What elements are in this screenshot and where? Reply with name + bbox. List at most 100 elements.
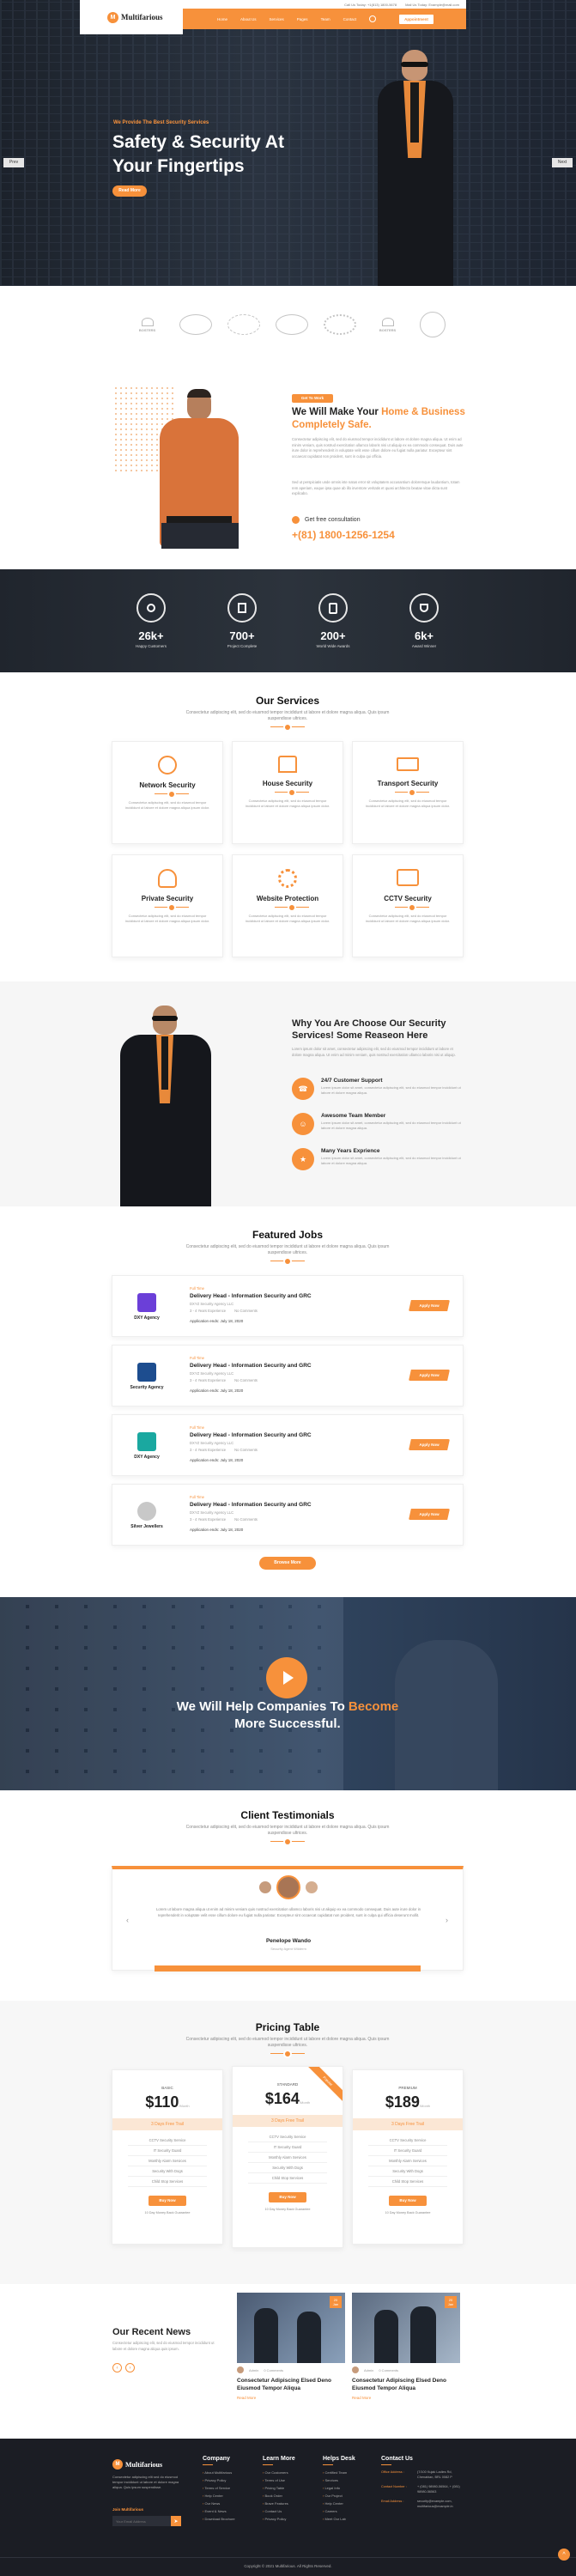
footer-link[interactable]: › Contact Us <box>263 2509 318 2513</box>
about-guard-image <box>144 387 256 559</box>
footer-link[interactable]: › Careers <box>323 2509 378 2513</box>
pricing-title: Pricing Table <box>255 2021 320 2033</box>
appointment-button[interactable]: Appointment <box>399 14 434 24</box>
apply-now-button[interactable]: Apply Now <box>409 1509 450 1520</box>
service-card[interactable]: CCTV Security Consectetur adipiscing eli… <box>352 854 464 957</box>
news-card[interactable]: 20 Jan Admin 0 Comments Consectetur Adip… <box>237 2293 345 2427</box>
footer-link[interactable]: › Privacy Policy <box>203 2478 258 2482</box>
hero-prev-button[interactable]: Prev <box>3 158 24 167</box>
buy-now-button[interactable]: Buy Now <box>269 2192 306 2202</box>
consultation-row[interactable]: Get free consultation <box>292 516 361 524</box>
hero-read-more-button[interactable]: Read More <box>112 185 147 197</box>
news-read-more[interactable]: Read More <box>352 2396 460 2400</box>
play-button[interactable] <box>266 1657 307 1698</box>
avatar-active[interactable] <box>276 1875 300 1899</box>
job-title[interactable]: Delivery Head - Information Security and… <box>190 1363 312 1369</box>
job-row[interactable]: Silver Jewellers Full Time Delivery Head -… <box>112 1484 464 1546</box>
apply-now-button[interactable]: Apply Now <box>409 1439 450 1450</box>
chevron-left-icon[interactable]: ‹ <box>126 1916 129 1924</box>
footer-link[interactable]: › Event & News <box>203 2509 258 2513</box>
news-card[interactable]: 20 Jan Admin 0 Comments Consectetur Adip… <box>352 2293 460 2427</box>
service-card[interactable]: Network Security Consectetur adipiscing … <box>112 741 223 844</box>
search-icon[interactable] <box>369 15 377 22</box>
news-read-more[interactable]: Read More <box>237 2396 345 2400</box>
why-item: ☎ 24/7 Customer Support Lorem ipsum dolor… <box>292 1078 464 1100</box>
services-title: Our Services <box>255 695 320 707</box>
footer-link[interactable]: › Privacy Policy <box>263 2517 318 2521</box>
footer-divider <box>0 2557 576 2558</box>
feature-item: Monthly Alarm Services <box>368 2156 447 2166</box>
job-row[interactable]: Security Agency Full Time Delivery Head - … <box>112 1345 464 1406</box>
footer-link[interactable]: › Terms of Use <box>263 2478 318 2482</box>
video-section: We Will Help Companies To Become More Su… <box>0 1597 576 1790</box>
footer-link[interactable]: › Help Center <box>203 2494 258 2498</box>
footer-link[interactable]: › Help Center <box>323 2501 378 2506</box>
footer-link[interactable]: › Services <box>323 2478 378 2482</box>
copyright: Copyright © 2021 Multifarious. All Right… <box>244 2564 332 2568</box>
browse-more-button[interactable]: Browse More <box>259 1557 316 1570</box>
nav-pages[interactable]: Pages <box>297 17 308 21</box>
header-logo-block[interactable]: M Multifarious <box>80 0 183 34</box>
footer-link[interactable]: › Certified Team <box>323 2470 378 2475</box>
footer-logo[interactable]: M Multifarious <box>112 2459 162 2470</box>
why-title: Why You Are Choose Our Security Services… <box>292 1018 446 1041</box>
buy-now-button[interactable]: Buy Now <box>149 2196 186 2206</box>
news-post-title[interactable]: Consectetur Adipiscing Elsed Deno Eiusmo… <box>237 2377 345 2392</box>
job-title[interactable]: Delivery Head - Information Security and… <box>190 1502 312 1508</box>
footer-link[interactable]: › Book Order <box>263 2494 318 2498</box>
guard-icon <box>158 869 177 888</box>
testimonial-name: Penelope Wando <box>265 1938 312 1944</box>
news-next-button[interactable]: › <box>125 2363 135 2372</box>
about-phone[interactable]: +(81) 1800-1256-1254 <box>292 529 395 541</box>
testimonials-title: Client Testimonials <box>240 1809 335 1821</box>
job-row[interactable]: DXY Agency Full Time Delivery Head - Infor… <box>112 1414 464 1476</box>
service-card[interactable]: House Security Consectetur adipiscing el… <box>232 741 343 844</box>
nav-services[interactable]: Services <box>270 17 284 21</box>
footer-link[interactable]: › Legal Info <box>323 2486 378 2490</box>
nav-team[interactable]: Team <box>321 17 330 21</box>
buy-now-button[interactable]: Buy Now <box>389 2196 427 2206</box>
stat-value: 26k+ <box>138 629 164 642</box>
news-prev-button[interactable]: ‹ <box>112 2363 122 2372</box>
newsletter-email-input[interactable] <box>112 2516 171 2526</box>
service-card[interactable]: Transport Security Consectetur adipiscin… <box>352 741 464 844</box>
footer-link[interactable]: › Terms of Service <box>203 2486 258 2490</box>
nav-home[interactable]: Home <box>217 17 227 21</box>
pricing-subtitle: Consectetur adipiscing elit, sed do eius… <box>185 2037 390 2048</box>
brand-logo <box>227 314 260 335</box>
hero-next-button[interactable]: Next <box>552 158 573 167</box>
footer-link[interactable]: › Our News <box>203 2501 258 2506</box>
apply-now-button[interactable]: Apply Now <box>409 1300 450 1311</box>
footer-link[interactable]: › Download Brochure <box>203 2517 258 2521</box>
chevron-right-icon[interactable]: › <box>446 1916 448 1924</box>
footer-link[interactable]: › Our Project <box>323 2494 378 2498</box>
comments-text: No Comments <box>234 1448 258 1452</box>
service-card[interactable]: Private Security Consectetur adipiscing … <box>112 854 223 957</box>
truck-icon <box>397 757 419 771</box>
pricing-card: BASIC $110/Month 3 Days Free Trail CCTV Sec… <box>112 2069 223 2245</box>
footer-link[interactable]: › Our Customers <box>263 2470 318 2475</box>
avatar[interactable] <box>306 1881 318 1893</box>
support-icon: ☎ <box>292 1078 314 1100</box>
footer-link[interactable]: › Meet Our Lab <box>323 2517 378 2521</box>
apply-now-button[interactable]: Apply Now <box>409 1370 450 1381</box>
footer-link[interactable]: › Brave Features <box>263 2501 318 2506</box>
scroll-top-button[interactable]: ^ <box>558 2549 570 2561</box>
plan-price: $189 <box>385 2093 420 2111</box>
footer-link[interactable]: › About Multifarious <box>203 2470 258 2475</box>
about-title: We Will Make Your Home & Business Comple… <box>292 407 465 430</box>
job-title[interactable]: Delivery Head - Information Security and… <box>190 1293 312 1299</box>
nav-contact[interactable]: Contact <box>343 17 357 21</box>
service-card[interactable]: Website Protection Consectetur adipiscin… <box>232 854 343 957</box>
nav-about[interactable]: About Us <box>240 17 257 21</box>
job-title[interactable]: Delivery Head - Information Security and… <box>190 1432 312 1438</box>
cctv-icon <box>397 869 419 886</box>
footer-link[interactable]: › Pricing Table <box>263 2486 318 2490</box>
plan-price: $164 <box>264 2090 300 2107</box>
trial-bar: 3 Days Free Trail <box>353 2118 463 2130</box>
job-row[interactable]: DXY Agency Full Time Delivery Head - Infor… <box>112 1275 464 1337</box>
avatar[interactable] <box>259 1881 271 1893</box>
news-post-title[interactable]: Consectetur Adipiscing Elsed Deno Eiusmo… <box>352 2377 460 2392</box>
send-icon[interactable]: ➤ <box>171 2516 181 2526</box>
shield-logo-icon: M <box>107 11 118 23</box>
